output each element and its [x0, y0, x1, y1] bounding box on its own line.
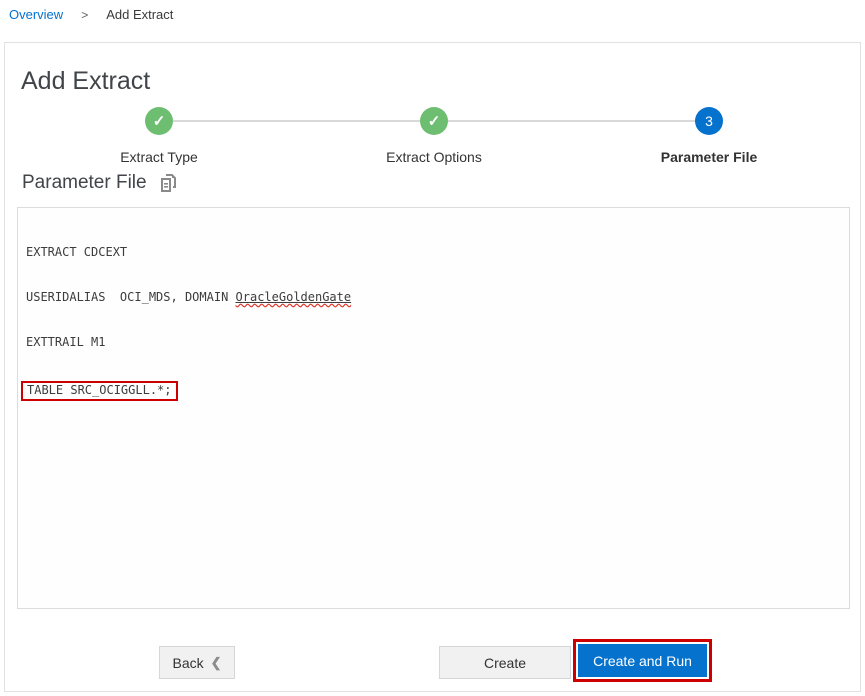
step-label-parameter-file: Parameter File: [609, 149, 809, 165]
add-extract-page: Overview > Add Extract Add Extract ✓ ✓ 3…: [0, 0, 865, 696]
breadcrumb-current: Add Extract: [106, 7, 173, 22]
create-button[interactable]: Create: [439, 646, 571, 679]
copy-icon[interactable]: [161, 174, 178, 193]
add-extract-card: Add Extract ✓ ✓ 3 Extract Type Extract O…: [4, 42, 861, 692]
check-icon: ✓: [153, 114, 166, 129]
param-line: USERIDALIAS OCI_MDS, DOMAIN OracleGolden…: [26, 290, 841, 305]
param-line: EXTTRAIL M1: [26, 335, 841, 350]
page-title: Add Extract: [21, 67, 150, 96]
check-icon: ✓: [428, 114, 441, 129]
create-and-run-button[interactable]: Create and Run: [578, 644, 707, 677]
param-line: TABLE SRC_OCIGGLL.*;: [26, 380, 841, 401]
create-button-label: Create: [484, 655, 526, 671]
breadcrumb-separator: >: [81, 8, 88, 22]
step-label-extract-options: Extract Options: [334, 149, 534, 165]
step-3-parameter-file-indicator[interactable]: 3: [695, 107, 723, 135]
annotation-box-table-line: TABLE SRC_OCIGGLL.*;: [21, 381, 178, 401]
annotation-box-create-and-run: Create and Run: [573, 639, 712, 682]
step-label-extract-type: Extract Type: [59, 149, 259, 165]
param-line: EXTRACT CDCEXT: [26, 245, 841, 260]
step-2-extract-options-indicator[interactable]: ✓: [420, 107, 448, 135]
create-and-run-button-label: Create and Run: [593, 653, 692, 669]
back-button[interactable]: Back ❮: [159, 646, 235, 679]
section-title: Parameter File: [22, 172, 147, 194]
chevron-left-icon: ❮: [211, 655, 222, 671]
breadcrumb-overview-link[interactable]: Overview: [9, 7, 63, 22]
step-number: 3: [705, 113, 713, 129]
back-button-label: Back: [172, 655, 203, 671]
parameter-file-section-header: Parameter File: [22, 172, 178, 194]
domain-token: OracleGoldenGate: [236, 290, 352, 304]
parameter-file-textarea[interactable]: EXTRACT CDCEXT USERIDALIAS OCI_MDS, DOMA…: [17, 207, 850, 609]
step-1-extract-type-indicator[interactable]: ✓: [145, 107, 173, 135]
breadcrumb: Overview > Add Extract: [9, 7, 173, 22]
